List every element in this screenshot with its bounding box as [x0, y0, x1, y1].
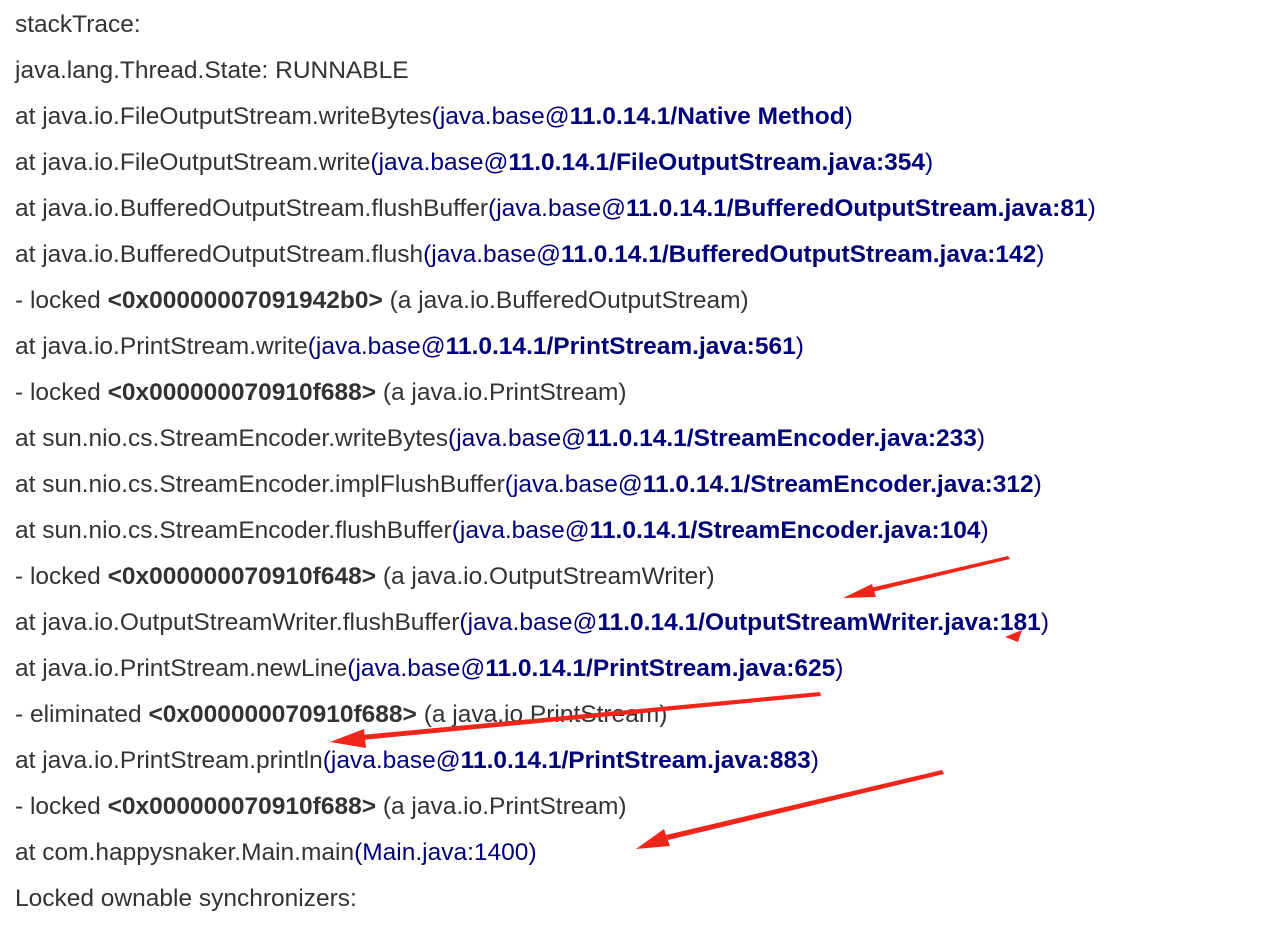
frame-method: at java.io.BufferedOutputStream.flush [15, 241, 424, 268]
lock-action: - locked [15, 563, 101, 590]
open-paren: ( [370, 149, 379, 176]
frame-line: at com.happysnaker.Main.main(Main.java:1… [15, 833, 1270, 879]
close-paren: ) [795, 333, 804, 360]
close-paren: ) [1040, 609, 1049, 636]
frame-module: java.base@ [512, 471, 643, 498]
frame-location: 11.0.14.1/Native Method [569, 103, 845, 130]
frame-method: at sun.nio.cs.StreamEncoder.writeBytes [15, 425, 449, 452]
close-paren: ) [976, 425, 986, 452]
frame-module: java.base@ [431, 241, 562, 268]
lock-line: - locked <0x000000070910f648> (a java.io… [15, 557, 1270, 603]
frame-location: 11.0.14.1/PrintStream.java:625 [485, 655, 836, 682]
lock-target: (a java.io.PrintStream) [382, 379, 627, 406]
frame-line: at java.io.PrintStream.newLine(java.base… [15, 649, 1270, 695]
lock-address: <0x000000070910f688> [148, 701, 417, 728]
frame-location: 11.0.14.1/StreamEncoder.java:104 [589, 517, 981, 544]
open-paren: ( [451, 517, 460, 544]
open-paren: ( [504, 471, 513, 498]
lock-action: - locked [15, 287, 101, 314]
lock-target: (a java.io.OutputStreamWriter) [382, 563, 715, 590]
frame-module: java.base@ [456, 425, 586, 452]
close-paren: ) [980, 517, 989, 544]
frame-module: java.base@ [330, 747, 461, 774]
frame-line: at java.io.FileOutputStream.write(java.b… [15, 143, 1270, 189]
lock-line: - locked <0x000000070910f688> (a java.io… [15, 373, 1270, 419]
frame-method: at java.io.PrintStream.println [15, 747, 323, 774]
frame-location: 11.0.14.1/BufferedOutputStream.java:81 [625, 195, 1088, 222]
frame-module: java.base@ [315, 333, 446, 360]
open-paren: ( [431, 103, 440, 130]
frame-method: at com.happysnaker.Main.main [15, 839, 355, 866]
lock-address: <0x000000070910f688> [107, 793, 377, 820]
frame-line: at java.io.BufferedOutputStream.flushBuf… [15, 189, 1270, 235]
close-paren: ) [528, 839, 537, 866]
frame-method: at java.io.FileOutputStream.write [15, 149, 371, 176]
lock-address: <0x000000070910f688> [107, 379, 377, 406]
lock-line: - eliminated <0x000000070910f688> (a jav… [15, 695, 1270, 741]
lock-action: - eliminated [15, 701, 142, 728]
lock-target: (a java.io.PrintStream) [423, 701, 668, 728]
lock-target: (a java.io.PrintStream) [382, 793, 627, 820]
open-paren: ( [322, 747, 331, 774]
frame-line: at java.io.PrintStream.write(java.base@1… [15, 327, 1270, 373]
frame-module: java.base@ [467, 609, 598, 636]
frame-method: at java.io.OutputStreamWriter.flushBuffe… [15, 609, 460, 636]
close-paren: ) [810, 747, 819, 774]
frame-method: at sun.nio.cs.StreamEncoder.flushBuffer [15, 517, 452, 544]
frame-line: at java.io.PrintStream.println(java.base… [15, 741, 1270, 787]
lock-address: <0x000000070910f648> [107, 563, 377, 590]
frame-location: 11.0.14.1/OutputStreamWriter.java:181 [597, 609, 1041, 636]
close-paren: ) [925, 149, 934, 176]
stack-trace-header: stackTrace: [15, 11, 141, 38]
frame-method: at java.io.PrintStream.write [15, 333, 308, 360]
frame-location: 11.0.14.1/PrintStream.java:561 [445, 333, 796, 360]
open-paren: ( [448, 425, 457, 452]
synchronizers-footer: Locked ownable synchronizers: [15, 885, 357, 912]
open-paren: ( [488, 195, 497, 222]
frame-line: at java.io.BufferedOutputStream.flush(ja… [15, 235, 1270, 281]
frame-location: 11.0.14.1/StreamEncoder.java:233 [585, 425, 977, 452]
frame-module: java.base@ [378, 149, 509, 176]
frame-module: java.base@ [439, 103, 570, 130]
lock-action: - locked [15, 793, 101, 820]
lock-action: - locked [15, 379, 101, 406]
close-paren: ) [1087, 195, 1096, 222]
frame-method: at java.io.PrintStream.newLine [15, 655, 348, 682]
frame-line: at sun.nio.cs.StreamEncoder.implFlushBuf… [15, 465, 1270, 511]
close-paren: ) [835, 655, 844, 682]
close-paren: ) [844, 103, 853, 130]
lock-line: - locked <0x00000007091942b0> (a java.io… [15, 281, 1270, 327]
open-paren: ( [459, 609, 468, 636]
lock-address: <0x00000007091942b0> [107, 287, 383, 314]
frame-method: at java.io.BufferedOutputStream.flushBuf… [15, 195, 489, 222]
frame-module: java.base@ [355, 655, 486, 682]
frame-location: 11.0.14.1/FileOutputStream.java:354 [508, 149, 926, 176]
lock-line: - locked <0x000000070910f688> (a java.io… [15, 787, 1270, 833]
frame-module: java.base@ [459, 517, 590, 544]
frame-method: at java.io.FileOutputStream.writeBytes [15, 103, 432, 130]
frame-module: java.base@ [496, 195, 626, 222]
open-paren: ( [307, 333, 316, 360]
frame-location: 11.0.14.1/StreamEncoder.java:312 [642, 471, 1034, 498]
lock-target: (a java.io.BufferedOutputStream) [389, 287, 749, 314]
frame-location: 11.0.14.1/PrintStream.java:883 [460, 747, 811, 774]
frame-line: at sun.nio.cs.StreamEncoder.writeBytes(j… [15, 419, 1270, 465]
frame-method: at sun.nio.cs.StreamEncoder.implFlushBuf… [15, 471, 505, 498]
stack-trace: stackTrace: java.lang.Thread.State: RUNN… [15, 5, 1270, 925]
frame-line: at java.io.FileOutputStream.writeBytes(j… [15, 97, 1270, 143]
frame-line: at java.io.OutputStreamWriter.flushBuffe… [15, 603, 1270, 649]
frame-line: at sun.nio.cs.StreamEncoder.flushBuffer(… [15, 511, 1270, 557]
frame-location: 11.0.14.1/BufferedOutputStream.java:142 [561, 241, 1037, 268]
frame-location: Main.java:1400 [362, 839, 529, 866]
thread-state: java.lang.Thread.State: RUNNABLE [15, 57, 409, 84]
close-paren: ) [1036, 241, 1045, 268]
close-paren: ) [1033, 471, 1042, 498]
